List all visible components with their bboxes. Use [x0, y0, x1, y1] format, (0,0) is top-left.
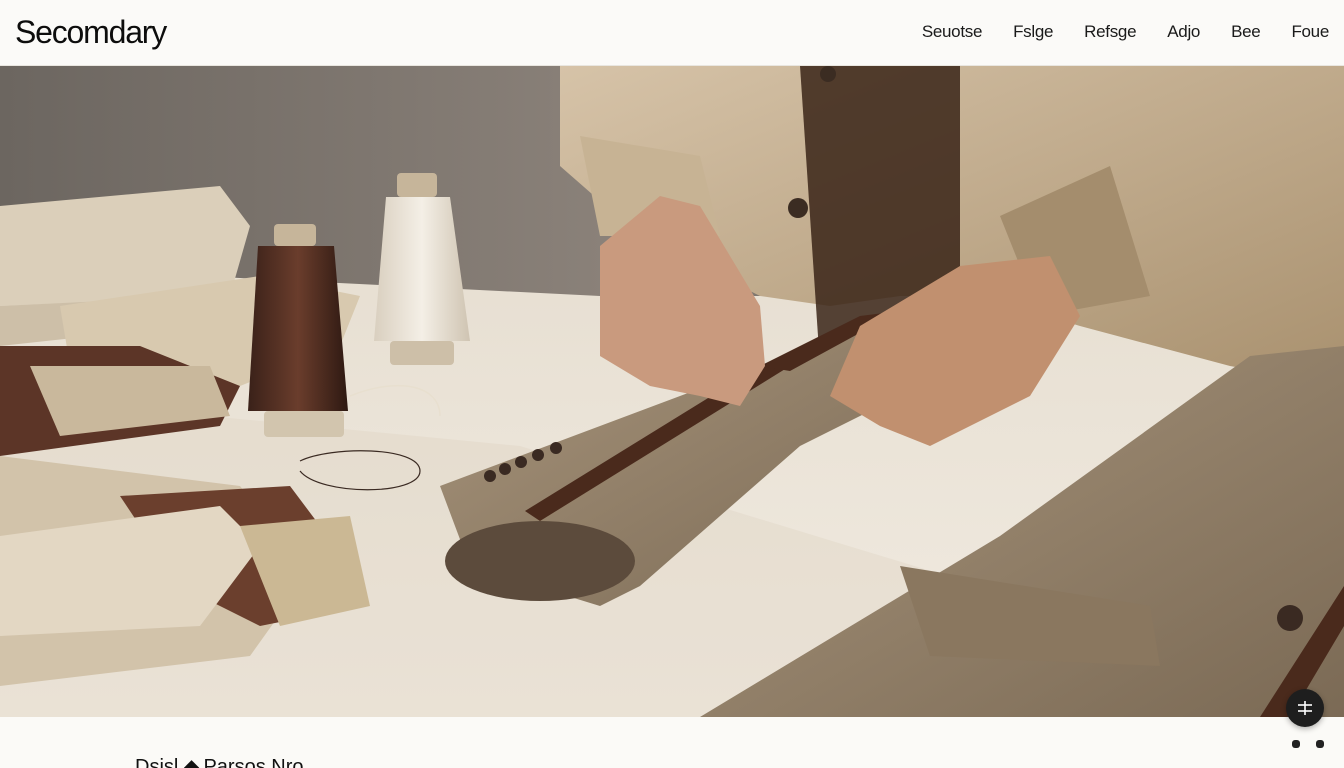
- pager-dot[interactable]: [1316, 740, 1324, 748]
- section-heading: Dsisl ◆ Parsos Nro: [135, 754, 304, 768]
- pager-dot[interactable]: [1292, 740, 1300, 748]
- top-navigation-bar: Secomdary Seuotse Fslge Refsge Adjo Bee …: [0, 0, 1344, 66]
- nav-link-6[interactable]: Foue: [1291, 22, 1329, 42]
- brand-logo[interactable]: Secomdary: [15, 14, 167, 51]
- nav-link-5[interactable]: Bee: [1231, 22, 1261, 42]
- nav-link-1[interactable]: Seuotse: [922, 22, 983, 42]
- bullet-icon: ◆: [183, 756, 200, 768]
- heading-left: Dsisl: [135, 756, 179, 768]
- carousel-pager: [1292, 740, 1324, 748]
- nav-link-3[interactable]: Refsge: [1084, 22, 1136, 42]
- nav-link-2[interactable]: Fslge: [1013, 22, 1053, 42]
- heading-right: Parsos Nro: [203, 756, 304, 768]
- nav-link-4[interactable]: Adjo: [1167, 22, 1200, 42]
- hero-image: [0, 66, 1344, 717]
- floating-adjust-button[interactable]: [1286, 689, 1324, 727]
- adjust-icon: [1298, 701, 1312, 715]
- main-nav: Seuotse Fslge Refsge Adjo Bee Foue: [922, 22, 1329, 42]
- tailoring-illustration: [0, 66, 1344, 717]
